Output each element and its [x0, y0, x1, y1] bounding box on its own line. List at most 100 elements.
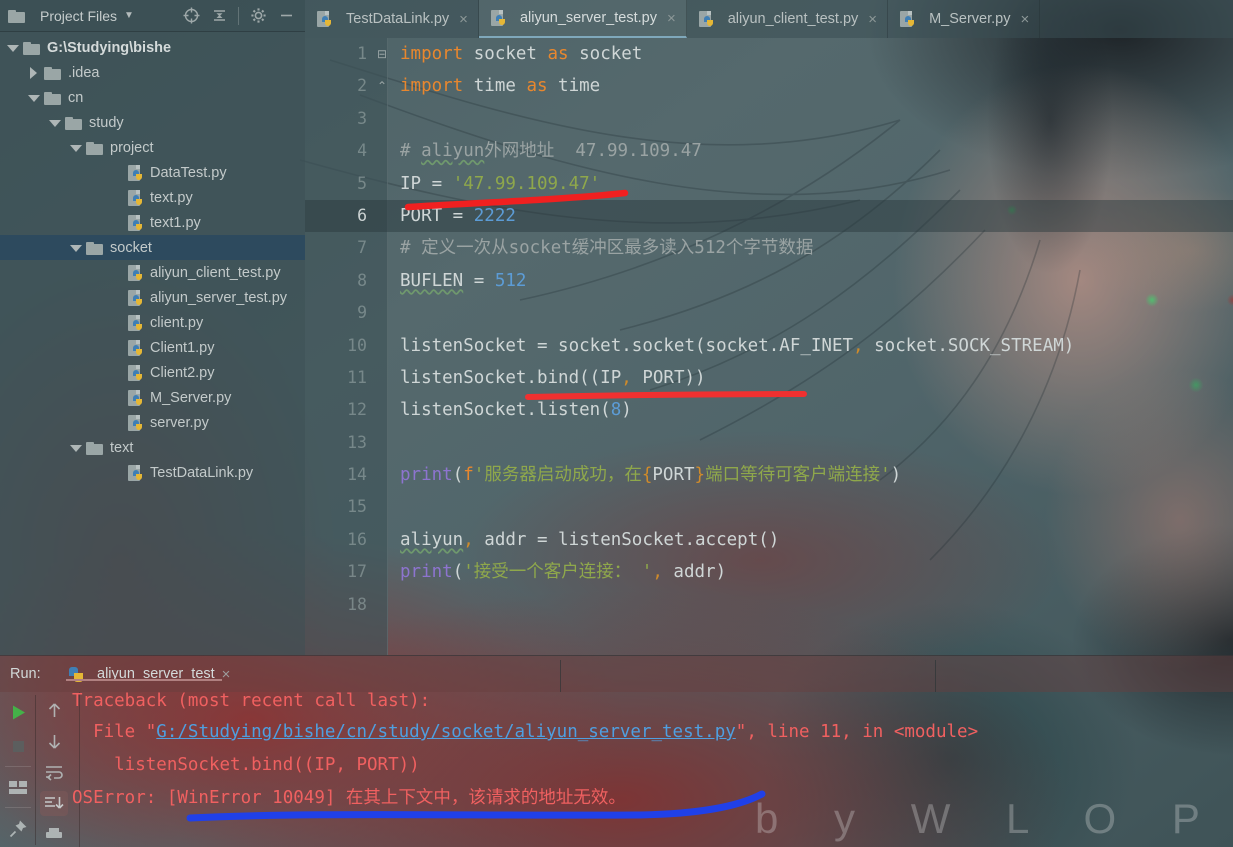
code-line[interactable]: 11 listenSocket.bind((IP, PORT)) [305, 362, 1233, 394]
code-line[interactable]: 18 [305, 589, 1233, 621]
code-text: listenSocket.bind((IP, PORT)) [400, 362, 706, 394]
tree-item-m-server-py[interactable]: M_Server.py [0, 385, 305, 410]
close-icon[interactable]: × [459, 11, 468, 28]
run-toolbar-right-column[interactable] [36, 692, 72, 847]
tree-item-client-py[interactable]: client.py [0, 310, 305, 335]
line-number: 4 [357, 141, 367, 161]
code-line[interactable]: 4 # aliyun外网地址 47.99.109.47 [305, 135, 1233, 167]
tree-item-study[interactable]: study [0, 110, 305, 135]
layout-icon[interactable] [4, 773, 32, 801]
chevron-down-icon[interactable] [69, 241, 83, 255]
editor-tab-aliyun-server-test-py[interactable]: aliyun_server_test.py × [478, 0, 687, 38]
line-number: 17 [347, 562, 367, 582]
python-file-icon [900, 11, 916, 27]
line-number: 14 [347, 465, 367, 485]
stop-icon[interactable] [4, 732, 32, 760]
tree-item-client1-py[interactable]: Client1.py [0, 335, 305, 360]
locate-target-icon[interactable] [178, 3, 204, 29]
chevron-down-icon[interactable] [6, 41, 20, 55]
code-surface[interactable]: 1 ⊟ import socket as socket 2 ⌃ import t… [305, 38, 1233, 655]
tree-item-text[interactable]: text [0, 435, 305, 460]
function-token: print [400, 465, 453, 486]
tree-item-server-py[interactable]: server.py [0, 410, 305, 435]
run-toolbar[interactable] [0, 692, 72, 847]
soft-wrap-icon[interactable] [40, 760, 68, 785]
code-line-current[interactable]: 6 PORT = 2222 [305, 199, 1233, 233]
code-line[interactable]: 1 ⊟ import socket as socket [305, 38, 1233, 70]
tree-item--idea[interactable]: .idea [0, 60, 305, 85]
chevron-right-icon[interactable] [27, 66, 41, 80]
ide-window: b y W L O P Project Files ▼ G:\Studying\… [0, 0, 1233, 847]
folder-icon [86, 241, 103, 255]
close-icon[interactable]: × [222, 666, 231, 683]
code-token: socket.SOCK_STREAM) [863, 335, 1075, 356]
code-line[interactable]: 14 print(f'服务器启动成功，在{PORT}端口等待可客户端连接') [305, 459, 1233, 491]
scroll-to-end-icon[interactable] [40, 791, 68, 816]
code-line[interactable]: 9 [305, 297, 1233, 329]
console-line-file[interactable]: File "G:/Studying/bishe/cn/study/socket/… [72, 716, 1233, 749]
editor-tab-label: TestDataLink.py [346, 11, 450, 27]
code-editor[interactable]: 1 ⊟ import socket as socket 2 ⌃ import t… [305, 38, 1233, 655]
code-text: IP = '47.99.109.47' [400, 168, 600, 200]
tree-item-cn[interactable]: cn [0, 85, 305, 110]
collapse-all-icon[interactable] [206, 3, 232, 29]
tree-item-socket[interactable]: socket [0, 235, 305, 260]
chevron-down-icon[interactable]: ▼ [124, 10, 134, 21]
tree-item-text1-py[interactable]: text1.py [0, 210, 305, 235]
print-icon[interactable] [40, 822, 68, 847]
tree-item-aliyun-client-test-py[interactable]: aliyun_client_test.py [0, 260, 305, 285]
editor-tab-m-server-py[interactable]: M_Server.py × [888, 0, 1041, 38]
chevron-down-icon[interactable] [48, 116, 62, 130]
code-line[interactable]: 17 print('接受一个客户连接： ', addr) [305, 556, 1233, 588]
editor-tab-bar[interactable]: TestDataLink.py × aliyun_server_test.py × al… [305, 0, 1233, 38]
editor-tab-label: M_Server.py [929, 11, 1011, 27]
pin-icon[interactable] [4, 814, 32, 842]
number-token: 2222 [473, 205, 516, 226]
line-number: 10 [347, 335, 367, 355]
minimize-icon[interactable] [273, 3, 299, 29]
code-line[interactable]: 13 [305, 427, 1233, 459]
fold-marker-icon[interactable]: ⊟ [376, 38, 388, 70]
code-line[interactable]: 10 listenSocket = socket.socket(socket.A… [305, 330, 1233, 362]
up-arrow-icon[interactable] [40, 698, 68, 723]
down-arrow-icon[interactable] [40, 729, 68, 754]
run-toolbar-left-column[interactable] [0, 692, 36, 847]
tree-item-aliyun-server-test-py[interactable]: aliyun_server_test.py [0, 285, 305, 310]
tree-item-datatest-py[interactable]: DataTest.py [0, 160, 305, 185]
close-icon[interactable]: × [667, 10, 676, 27]
close-icon[interactable]: × [868, 11, 877, 28]
code-line[interactable]: 8 BUFLEN = 512 [305, 265, 1233, 297]
run-console-output[interactable]: Traceback (most recent call last): File … [72, 692, 1233, 847]
project-panel-title[interactable]: Project Files [40, 8, 117, 24]
line-number: 6 [357, 205, 367, 225]
fold-marker-icon[interactable]: ⌃ [376, 70, 388, 102]
code-line[interactable]: 2 ⌃ import time as time [305, 70, 1233, 102]
code-line[interactable]: 7 # 定义一次从socket缓冲区最多读入512个字节数据 [305, 232, 1233, 264]
tree-item-label: text1.py [150, 214, 201, 231]
code-line[interactable]: 16 aliyun, addr = listenSocket.accept() [305, 524, 1233, 556]
tree-item-text-py[interactable]: text.py [0, 185, 305, 210]
chevron-down-icon[interactable] [27, 91, 41, 105]
line-number: 3 [357, 108, 367, 128]
editor-tab-aliyun-client-test-py[interactable]: aliyun_client_test.py × [687, 0, 889, 38]
editor-tab-testdatalink-py[interactable]: TestDataLink.py × [305, 0, 479, 38]
close-icon[interactable]: × [1020, 11, 1029, 28]
tree-item-testdatalink-py[interactable]: TestDataLink.py [0, 460, 305, 485]
project-file-tree[interactable]: G:\Studying\bishe .idea cn study project Data… [0, 32, 305, 485]
code-line[interactable]: 3 [305, 103, 1233, 135]
gear-icon[interactable] [245, 3, 271, 29]
code-line[interactable]: 5 IP = '47.99.109.47' [305, 168, 1233, 200]
tree-item-project[interactable]: project [0, 135, 305, 160]
code-line[interactable]: 15 [305, 491, 1233, 523]
chevron-down-icon[interactable] [69, 141, 83, 155]
run-icon[interactable] [4, 698, 32, 726]
file-path-link[interactable]: G:/Studying/bishe/cn/study/socket/aliyun… [156, 722, 735, 742]
tree-item-label: Client1.py [150, 339, 215, 356]
run-configuration-tab[interactable]: aliyun_server_test × [60, 666, 238, 683]
chevron-down-icon[interactable] [69, 441, 83, 455]
tree-item-g-studying-bishe[interactable]: G:\Studying\bishe [0, 35, 305, 60]
punctuation-token: , [621, 367, 632, 388]
tree-item-client2-py[interactable]: Client2.py [0, 360, 305, 385]
code-line[interactable]: 12 listenSocket.listen(8) [305, 394, 1233, 426]
